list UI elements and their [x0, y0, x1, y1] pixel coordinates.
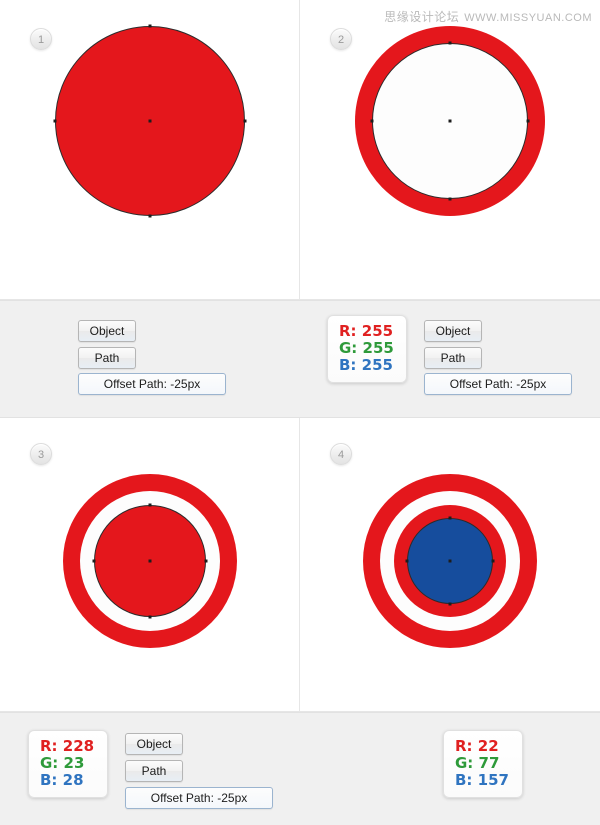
center-anchor: [448, 559, 452, 563]
step-badge-1: 1: [30, 28, 52, 50]
anchor-left: [53, 119, 56, 123]
instruction-band-top: Object Path Offset Path: -25px R: 255 G:…: [0, 300, 600, 418]
watermark-cn: 思缘设计论坛: [384, 10, 460, 24]
center-anchor: [148, 559, 151, 563]
anchor-top: [148, 24, 151, 28]
artwork-step-3: [62, 474, 237, 648]
anchor-top: [448, 516, 452, 520]
center-anchor: [148, 119, 151, 123]
anchor-left: [370, 119, 374, 123]
anchor-bottom: [148, 214, 151, 218]
step-badge-2: 2: [330, 28, 352, 50]
swatch-blue-b: B: 157: [455, 771, 509, 789]
swatch-red-g: G: 23: [40, 754, 85, 772]
menu-offset-path-button-bottom[interactable]: Offset Path: -25px: [125, 787, 273, 809]
anchor-top: [448, 41, 452, 45]
step-panel-1: 1: [0, 0, 300, 300]
step-panel-4: 4: [300, 418, 600, 712]
center-anchor: [448, 119, 452, 123]
menu-path-button-top-right[interactable]: Path: [424, 347, 482, 369]
menu-object-button-top[interactable]: Object: [78, 320, 136, 342]
step-badge-4: 4: [330, 443, 352, 465]
step-row-bottom: 3 4: [0, 418, 600, 712]
swatch-white-b: B: 255: [339, 356, 393, 374]
instruction-band-bottom: R: 228 G: 23 B: 28 Object Path Offset Pa…: [0, 712, 600, 825]
anchor-right: [491, 559, 495, 563]
artwork-step-2: [355, 26, 545, 216]
swatch-red-b: B: 28: [40, 771, 84, 789]
artwork-step-1: [53, 24, 246, 218]
color-swatch-blue: R: 22 G: 77 B: 157: [443, 730, 523, 798]
anchor-right: [526, 119, 530, 123]
artwork-step-4: [363, 474, 537, 648]
anchor-bottom: [448, 602, 452, 606]
step-panel-2: 2: [300, 0, 600, 300]
menu-path-button-bottom[interactable]: Path: [125, 760, 183, 782]
color-swatch-red: R: 228 G: 23 B: 28: [28, 730, 108, 798]
menu-object-button-top-right[interactable]: Object: [424, 320, 482, 342]
anchor-right: [243, 119, 246, 123]
menu-offset-path-button-top-right[interactable]: Offset Path: -25px: [424, 373, 572, 395]
watermark: 思缘设计论坛 WWW.MISSYUAN.COM: [384, 8, 592, 25]
anchor-left: [405, 559, 409, 563]
step-badge-3: 3: [30, 443, 52, 465]
anchor-bottom: [148, 615, 151, 619]
anchor-right: [204, 559, 207, 563]
anchor-left: [92, 559, 95, 563]
anchor-bottom: [448, 197, 452, 201]
menu-offset-path-button-top[interactable]: Offset Path: -25px: [78, 373, 226, 395]
menu-object-button-bottom[interactable]: Object: [125, 733, 183, 755]
swatch-blue-r: R: 22: [455, 737, 499, 755]
color-swatch-white: R: 255 G: 255 B: 255: [327, 315, 407, 383]
swatch-white-r: R: 255: [339, 322, 394, 340]
step-row-top: 1 2 思缘设计论坛 WWW.MISSYUAN.COM: [0, 0, 600, 300]
swatch-white-g: G: 255: [339, 339, 394, 357]
menu-path-button-top[interactable]: Path: [78, 347, 136, 369]
anchor-top: [148, 503, 151, 507]
watermark-en: WWW.MISSYUAN.COM: [464, 12, 592, 24]
tutorial-page: 1 2 思缘设计论坛 WWW.MISSYUAN.COM Object Path …: [0, 0, 600, 825]
swatch-blue-g: G: 77: [455, 754, 500, 772]
swatch-red-r: R: 228: [40, 737, 95, 755]
step-panel-3: 3: [0, 418, 300, 712]
